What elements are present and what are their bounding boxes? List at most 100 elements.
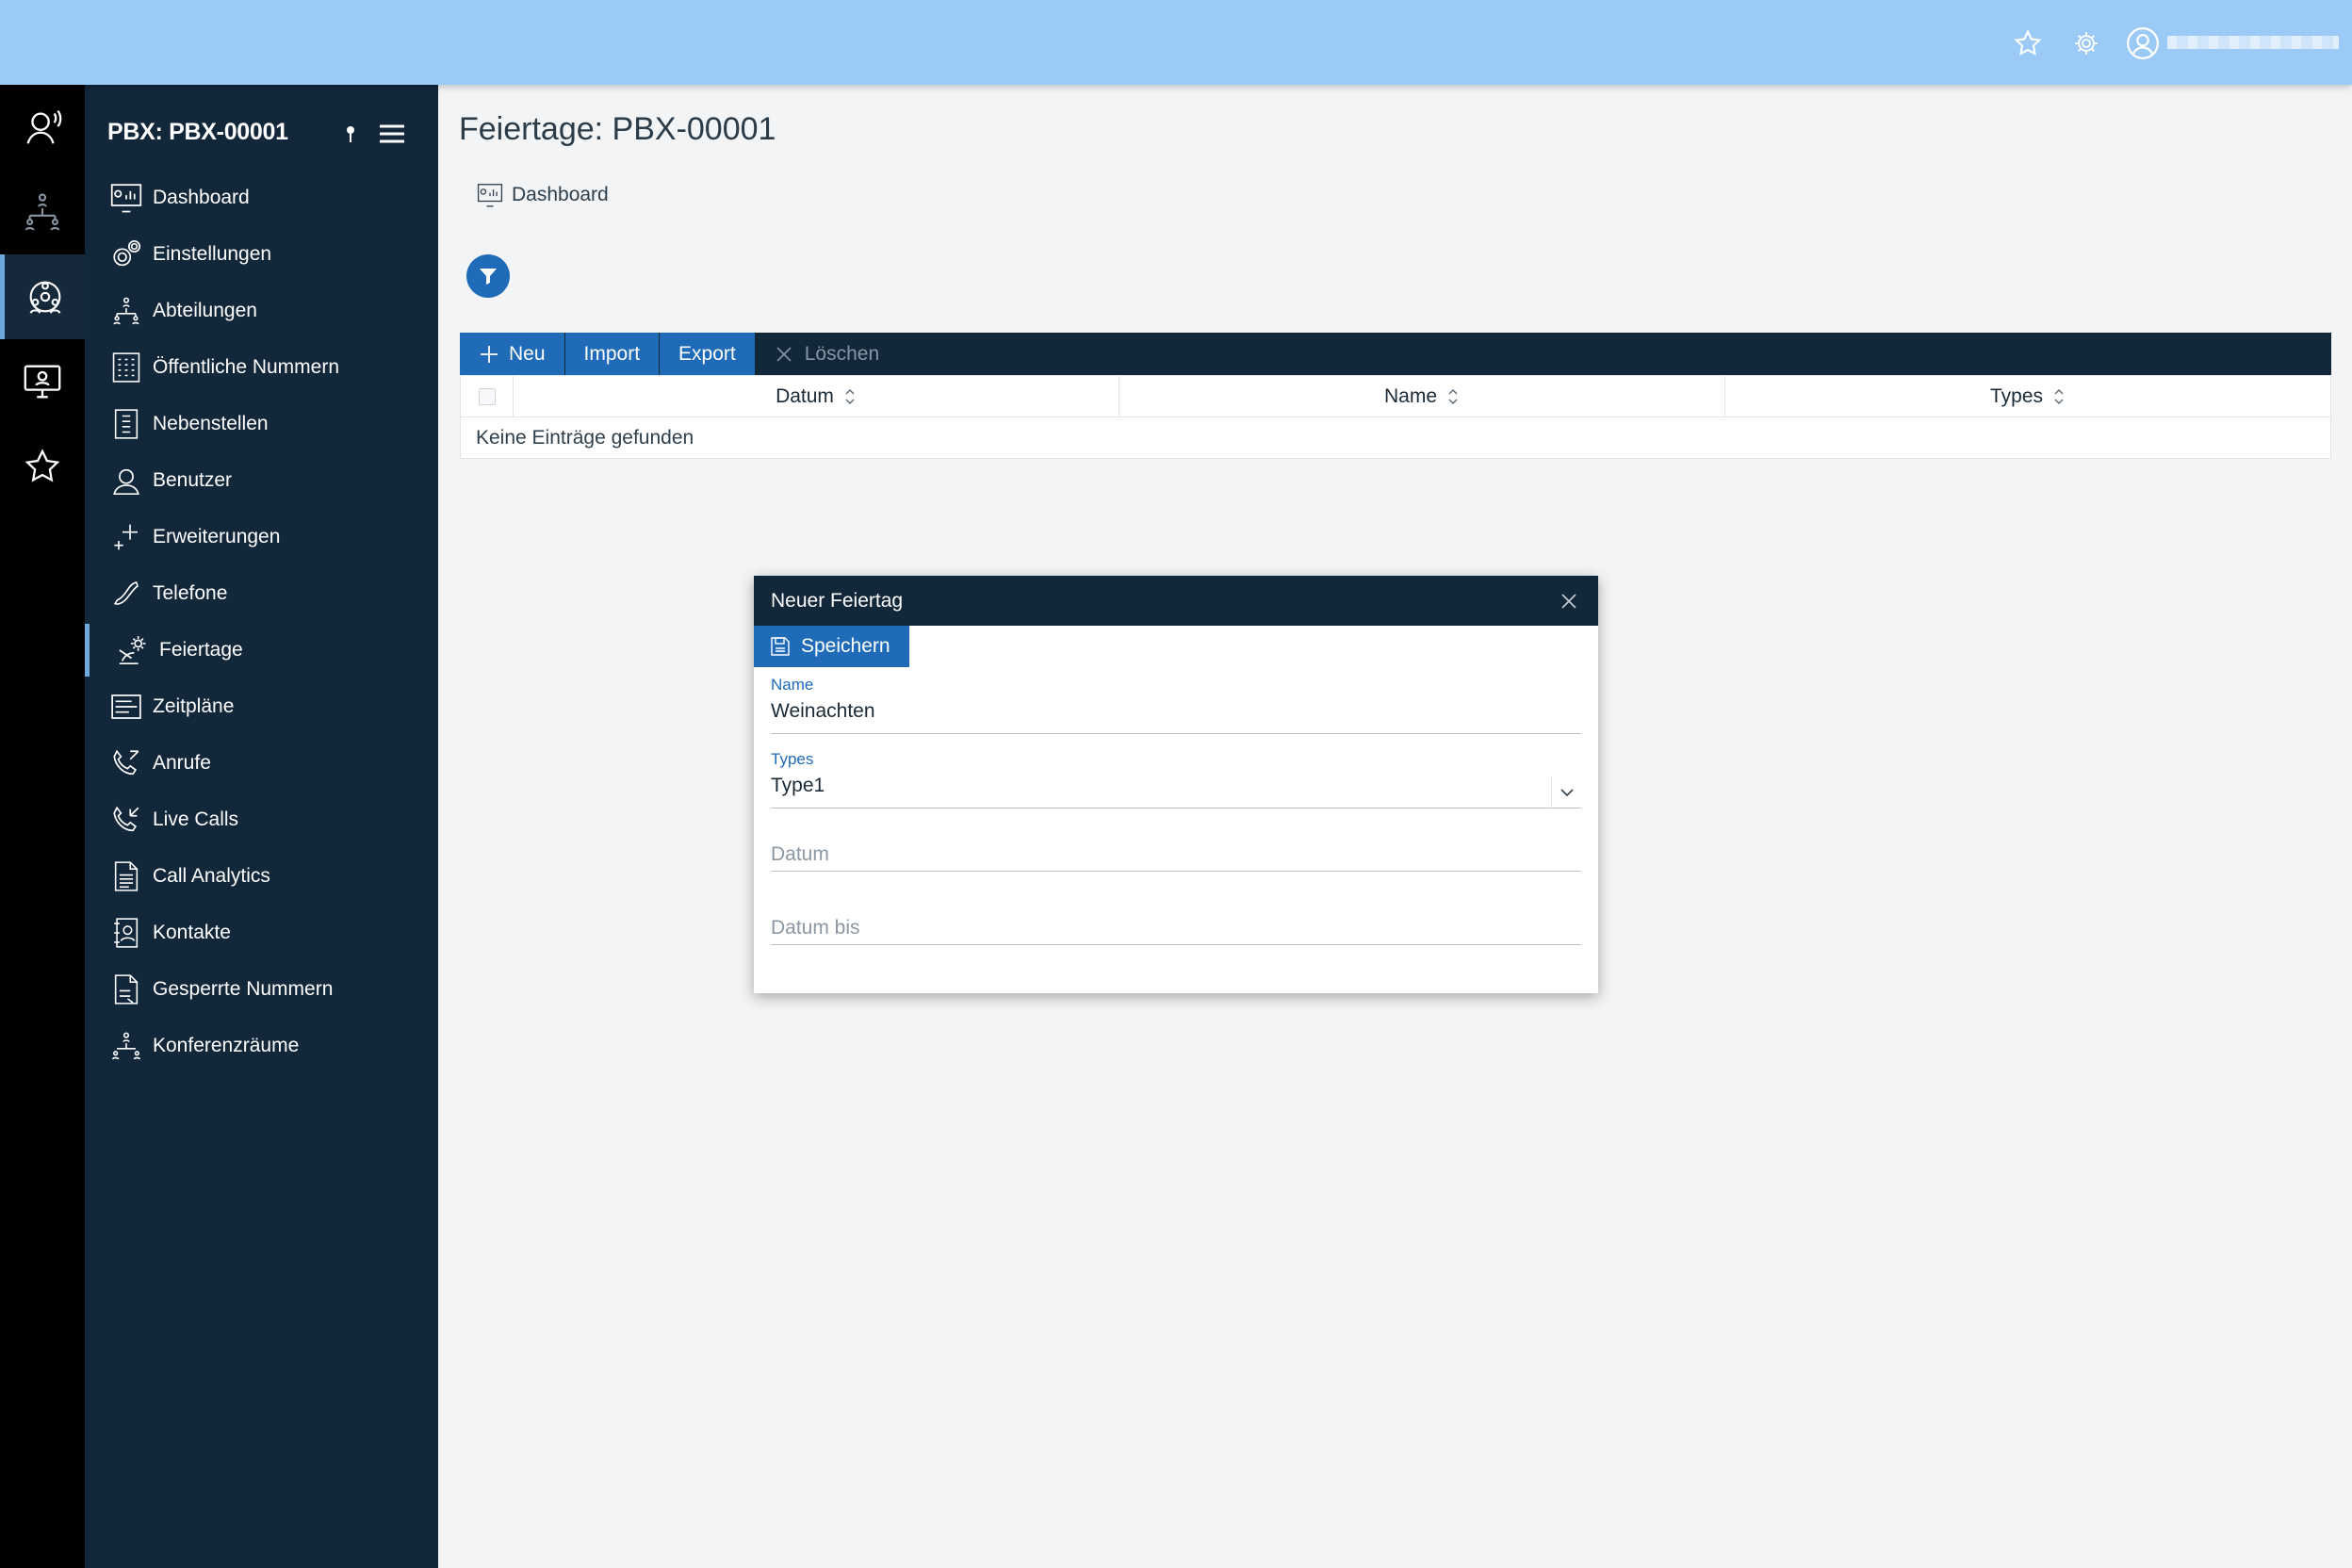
sidebar-item-label: Konferenzräume [153,1035,300,1056]
sidebar-item-gesperrte-nummern[interactable]: Gesperrte Nummern [85,963,438,1016]
user-icon [107,462,145,499]
types-select[interactable]: Type1 [771,775,1581,808]
column-header-datum[interactable]: Datum [514,376,1119,416]
sidebar-item-erweiterungen[interactable]: Erweiterungen [85,511,438,564]
column-header-name[interactable]: Name [1119,376,1725,416]
save-icon [769,635,792,658]
sort-icon [843,387,857,406]
sidebar-item-anrufe[interactable]: Anrufe [85,737,438,790]
dialog-title: Neuer Feiertag [771,589,904,612]
sidebar-item-label: Benutzer [153,469,233,491]
sidebar-item-label: Telefone [153,582,228,604]
top-bar [0,0,2352,85]
sidebar-item-label: Gesperrte Nummern [153,978,334,1000]
departments-icon [107,292,145,330]
analytics-document-icon [107,858,145,895]
plus-sparkle-icon [107,518,145,556]
pbx-network-icon[interactable] [0,254,85,339]
star-icon[interactable] [0,424,85,509]
sidebar-title: PBX: PBX-00001 [107,119,288,145]
sidebar-item-feiertage[interactable]: Feiertage [85,624,438,677]
calls-icon [107,744,145,782]
datum-field: Datum [771,838,1581,872]
import-button[interactable]: Import [564,333,661,375]
breadcrumb[interactable]: Dashboard [476,183,609,207]
phone-icon [107,575,145,612]
sidebar-item-zeitplaene[interactable]: Zeitpläne [85,680,438,733]
gear-icon[interactable] [2067,24,2105,62]
sidebar-item-telefone[interactable]: Telefone [85,567,438,620]
grid-empty-message: Keine Einträge gefunden [460,417,2331,459]
save-button[interactable]: Speichern [754,626,909,667]
column-header-types[interactable]: Types [1725,376,2330,416]
page-title: Feiertage: PBX-00001 [459,111,776,147]
types-field-label: Types [771,750,814,768]
hamburger-menu-icon[interactable] [377,121,407,147]
close-icon [775,345,793,364]
public-numbers-icon [107,349,145,386]
app-rail [0,85,85,1568]
favorites-star-icon[interactable] [2009,24,2047,62]
sort-icon [2052,387,2066,406]
holiday-icon [114,631,152,669]
dialog-header: Neuer Feiertag [754,576,1598,626]
filter-icon [477,265,499,287]
sidebar-item-label: Anrufe [153,752,211,774]
sidebar-item-einstellungen[interactable]: Einstellungen [85,228,438,281]
user-icon[interactable] [2124,24,2162,62]
column-header-label: Datum [776,384,834,407]
sidebar-item-konferenzraeume[interactable]: Konferenzräume [85,1020,438,1072]
name-input[interactable]: Weinachten [771,700,1581,734]
blocked-numbers-icon [107,971,145,1008]
column-header-label: Types [1989,384,2044,407]
sidebar-item-live-calls[interactable]: Live Calls [85,793,438,846]
column-header-label: Name [1383,384,1438,407]
filter-button[interactable] [466,254,510,298]
user-name-redacted[interactable] [2167,36,2339,49]
live-calls-icon [107,801,145,839]
sidebar-item-label: Dashboard [153,187,250,208]
org-structure-icon[interactable] [0,170,85,254]
sidebar-item-label: Call Analytics [153,865,270,887]
sidebar: PBX: PBX-00001 Dashboard Einstellungen A… [85,85,438,1568]
datum-bis-input[interactable]: Datum bis [771,911,1581,945]
sidebar-item-label: Öffentliche Nummern [153,356,340,378]
export-button[interactable]: Export [660,333,756,375]
save-button-label: Speichern [801,635,890,657]
sidebar-item-abteilungen[interactable]: Abteilungen [85,285,438,337]
delete-button[interactable]: Löschen [756,333,900,375]
sidebar-item-oeffentliche-nummern[interactable]: Öffentliche Nummern [85,341,438,394]
sidebar-item-nebenstellen[interactable]: Nebenstellen [85,398,438,450]
sidebar-item-label: Abteilungen [153,300,257,321]
name-field: Name Weinachten [771,676,1581,734]
sidebar-item-label: Live Calls [153,808,239,830]
sidebar-item-label: Erweiterungen [153,526,281,547]
sidebar-item-label: Zeitpläne [153,695,235,717]
new-button[interactable]: Neu [460,333,565,375]
sidebar-item-call-analytics[interactable]: Call Analytics [85,850,438,903]
grid-header: Datum Name Types [460,375,2331,417]
sidebar-item-label: Kontakte [153,922,231,943]
datum-bis-field: Datum bis [771,911,1581,945]
types-field: Types Type1 [771,750,1581,808]
sidebar-item-kontakte[interactable]: Kontakte [85,906,438,959]
sidebar-item-label: Nebenstellen [153,413,269,434]
sidebar-item-label: Feiertage [159,639,243,661]
datum-input[interactable]: Datum [771,838,1581,872]
close-icon[interactable] [1557,589,1581,613]
breadcrumb-dashboard[interactable]: Dashboard [512,184,609,206]
contacts-icon [107,914,145,952]
dashboard-icon [476,183,504,207]
schedule-icon [107,688,145,726]
sidebar-item-benutzer[interactable]: Benutzer [85,454,438,507]
sidebar-item-dashboard[interactable]: Dashboard [85,172,438,224]
headset-agent-icon[interactable] [0,85,85,170]
delete-button-label: Löschen [804,342,880,365]
conference-icon [107,1027,145,1065]
settings-gears-icon [107,236,145,273]
chevron-down-icon[interactable] [1551,776,1581,808]
new-holiday-dialog: Neuer Feiertag Speichern Name Weinachten… [754,576,1598,993]
monitor-agent-icon[interactable] [0,339,85,424]
pin-icon[interactable] [341,122,360,145]
select-all-checkbox[interactable] [461,376,514,416]
